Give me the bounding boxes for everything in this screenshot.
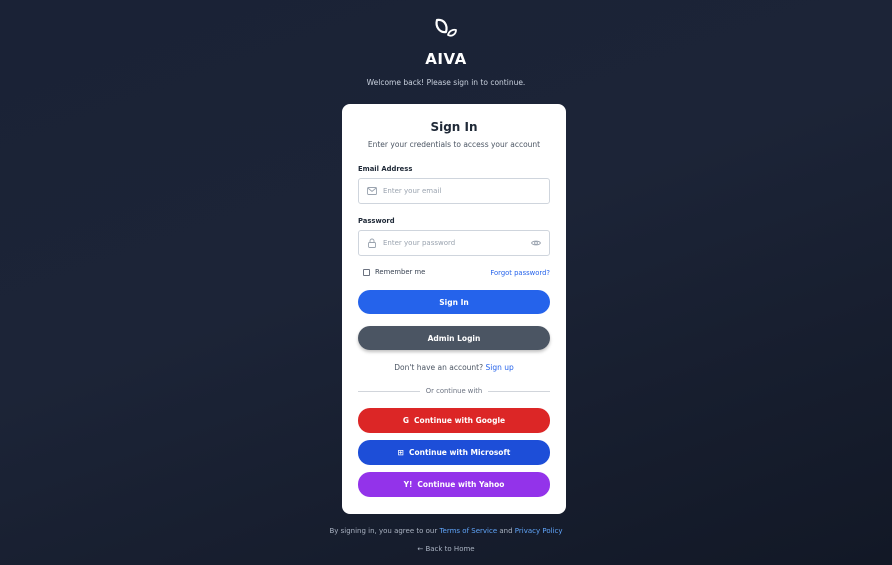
sign-in-card: Sign In Enter your credentials to access… [342,104,566,514]
email-label: Email Address [358,165,413,173]
legal-footer: By signing in, you agree to our Terms of… [0,527,892,535]
privacy-policy-link[interactable]: Privacy Policy [515,527,563,535]
microsoft-button-label: Continue with Microsoft [408,448,511,457]
divider-line-right [488,390,551,392]
continue-with-yahoo-button[interactable]: Y! Continue with Yahoo [358,472,550,497]
email-field-wrapper [358,178,550,204]
yahoo-button-label: Continue with Yahoo [417,480,505,489]
eye-icon[interactable] [531,238,541,248]
terms-of-service-link[interactable]: Terms of Service [439,527,497,535]
leaf-icon [435,18,457,37]
legal-and: and [499,527,513,535]
brand-header: AIVA Welcome back! Please sign in to con… [0,16,892,87]
sign-up-link[interactable]: Sign up [486,363,514,372]
no-account-text: Don't have an account? [394,363,484,372]
remember-checkbox[interactable] [363,268,370,276]
card-subtitle: Enter your credentials to access your ac… [367,140,541,149]
microsoft-icon: ⊞ [397,448,404,457]
divider-text: Or continue with [425,387,483,395]
password-input[interactable] [383,239,531,247]
back-to-home-link[interactable]: ← Back to Home [0,545,892,553]
continue-with-google-button[interactable]: G Continue with Google [358,408,550,433]
welcome-text: Welcome back! Please sign in to continue… [366,78,526,87]
google-button-label: Continue with Google [414,416,506,425]
mail-icon [367,186,377,196]
remember-label: Remember me [375,268,426,276]
forgot-password-link[interactable]: Forgot password? [490,269,550,277]
continue-with-microsoft-button[interactable]: ⊞ Continue with Microsoft [358,440,550,465]
lock-icon [367,238,377,248]
email-input[interactable] [383,187,541,195]
social-divider: Or continue with [358,387,551,395]
remember-me[interactable]: Remember me [358,268,425,276]
password-field-wrapper [358,230,550,256]
yahoo-icon: Y! [403,480,413,489]
card-title: Sign In [430,120,478,134]
signup-prompt: Don't have an account? Sign up [342,363,566,372]
legal-prefix: By signing in, you agree to our [329,527,438,535]
brand-name: AIVA [425,50,467,68]
password-label: Password [358,217,395,225]
divider-line-left [358,390,420,392]
sign-in-button[interactable]: Sign In [358,290,550,314]
google-icon: G [402,416,410,425]
admin-login-button[interactable]: Admin Login [358,326,550,350]
